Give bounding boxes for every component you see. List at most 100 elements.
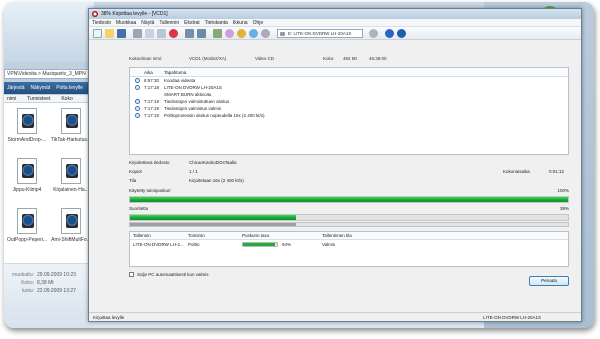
file-item[interactable]: OutPopp-Peperi... — [6, 208, 48, 258]
app-disc-icon — [92, 11, 98, 17]
new-icon[interactable] — [93, 29, 102, 38]
log-row: SMART BURN aktivoitu — [164, 92, 212, 97]
explorer-column-header: nimi Tunnisteet Koko — [4, 95, 94, 103]
total-progress-bar — [129, 214, 569, 221]
secondary-progress-bar — [129, 222, 569, 227]
menu-bar: Tiedosto Muokkaa Näytä Tallennin Ekstrat Tiet… — [89, 19, 581, 27]
secondary-progress-fill — [130, 223, 297, 226]
size-label: Koko: — [323, 56, 335, 61]
disc-icon[interactable] — [225, 29, 234, 38]
detail-row: luotu: 22.09.2009 13:27 — [21, 288, 76, 294]
status-text: Kirjoittaa levylle — [93, 315, 125, 320]
info-icon — [135, 113, 140, 118]
buffer-progress-label: Käytetty tulospuskuri 100% — [129, 188, 569, 193]
properties-icon[interactable] — [185, 29, 194, 38]
info-icon — [135, 78, 140, 83]
buffer-progress-bar — [129, 196, 569, 203]
compilation-icon[interactable] — [197, 29, 206, 38]
total-progress-label: Suoritettu 38% — [129, 206, 569, 211]
recorder-table-header: Tallennin Toiminto Puskurin taso Tallent… — [130, 232, 568, 240]
menu-database[interactable]: Tietokanta — [205, 20, 228, 26]
info-icon[interactable] — [385, 29, 394, 38]
compilation-info: Kokoelman nimi: VCD1 (Mode2/XA) Video CD… — [129, 55, 569, 63]
eject-icon[interactable] — [261, 29, 270, 38]
drive-select[interactable]: E: LITE-ON DVDRW LH-20A1S — [277, 29, 363, 38]
menu-help[interactable]: Ohje — [253, 20, 264, 26]
open-folder-icon[interactable] — [105, 29, 114, 38]
compilation-name-value: VCD1 (Mode2/XA) — [189, 56, 227, 61]
column-size[interactable]: Koko — [61, 96, 72, 102]
burn-window: 38% Kirjoittaa levylle - [VCD1] Tiedosto… — [88, 8, 582, 322]
video-file-icon — [61, 108, 81, 134]
log-col-event[interactable]: Tapahtuma — [164, 68, 186, 77]
file-item[interactable]: StormAndDrop-... — [6, 108, 48, 158]
file-item[interactable]: Jippu-Kiimp4 — [6, 158, 48, 208]
cancel-button[interactable]: Peruuta — [529, 276, 569, 286]
recorder-row[interactable]: LITE-ON DVDRW LH-2... Poltto 94% Valmis — [130, 240, 568, 249]
video-file-icon — [17, 208, 37, 234]
log-row: 6:57:30 Koodaa videota — [130, 77, 568, 84]
menu-edit[interactable]: Muokkaa — [116, 20, 136, 26]
explorer-address-bar[interactable]: VPN\Videoita > Musiqueitv_3_MPN — [4, 69, 94, 79]
duration-value: 46:38:00 — [369, 56, 387, 61]
stat-file: Kirjoitettava tiedosto ChicanKankoDOsTaa… — [129, 160, 237, 165]
video-file-icon — [61, 158, 81, 184]
menu-window[interactable]: Ikkuna — [233, 20, 248, 26]
paste-icon[interactable] — [157, 29, 166, 38]
stat-state: Tila Kirjoitetaan 16x (2 400 kt/s) — [129, 178, 244, 183]
delete-icon[interactable] — [169, 29, 178, 38]
compilation-type: Video CD — [255, 56, 275, 61]
total-progress-fill — [130, 215, 297, 220]
size-value: 462 Mt — [343, 56, 357, 61]
screenshot-frame: VPN\Videoita > Musiqueitv_3_MPN Järjestä… — [4, 2, 594, 328]
log-row: 7:17:18 LITE-ON DVDRW LH-20A1S — [130, 84, 568, 91]
info-icon — [135, 106, 140, 111]
drive-options-icon[interactable] — [369, 29, 378, 38]
disc-info-icon[interactable] — [237, 29, 246, 38]
file-item[interactable]: Ami-ShiftMultFo... — [50, 208, 92, 258]
cut-icon[interactable] — [133, 29, 142, 38]
file-item[interactable]: Kirjalainen-Ha... — [50, 158, 92, 208]
copy-icon[interactable] — [145, 29, 154, 38]
log-header: Aika Tapahtuma — [130, 68, 568, 77]
log-row: 7:17:19 Tiedostojen valmistus valmis — [130, 105, 568, 112]
video-file-icon — [61, 208, 81, 234]
window-title: 38% Kirjoittaa levylle - [VCD1] — [101, 11, 168, 17]
recorder-buffer-bar — [242, 242, 278, 247]
stat-copies: Kopiot 1 / 1 Kokonaisaika 0:01:12 — [129, 169, 565, 174]
menu-file[interactable]: Tiedosto — [92, 20, 111, 26]
command-organize[interactable]: Järjestä — [7, 85, 25, 91]
video-file-icon — [17, 158, 37, 184]
recorder-table: Tallennin Toiminto Puskurin taso Tallent… — [129, 231, 569, 267]
log-col-time[interactable]: Aika — [144, 68, 153, 77]
command-burn[interactable]: Polta levylle — [56, 85, 83, 91]
buffer-progress-fill — [130, 197, 568, 202]
erase-disc-icon[interactable] — [249, 29, 258, 38]
explorer-titlebar-area — [4, 2, 94, 62]
status-bar: Kirjoittaa levylle LITE-ON DVDRW LH-20A1… — [89, 312, 581, 321]
menu-extras[interactable]: Ekstrat — [184, 20, 200, 26]
toolbar: E: LITE-ON DVDRW LH-20A1S — [89, 27, 581, 40]
file-item[interactable]: TikTak-Harkutus... — [50, 108, 92, 158]
window-titlebar: 38% Kirjoittaa levylle - [VCD1] — [89, 9, 581, 19]
log-row: 7:17:19 Polttoprosessin aloitus nopeudell… — [130, 112, 568, 119]
video-file-icon — [17, 108, 37, 134]
detail-row: Koko: 8,38 Mt — [21, 280, 54, 286]
auto-shutdown-option[interactable]: Sulje PC automaattisesti kun valmis — [129, 271, 209, 279]
explorer-details-pane: muokattu: 29.09.2009 10:23 Koko: 8,38 Mt l… — [4, 264, 94, 328]
menu-view[interactable]: Näytä — [141, 20, 154, 26]
info-icon — [135, 99, 140, 104]
burn-icon[interactable] — [213, 29, 222, 38]
recorder-buffer-fill — [243, 243, 275, 246]
explorer-file-area: StormAndDrop-... TikTak-Harkutus... Jipp… — [4, 103, 94, 263]
compilation-name-label: Kokoelman nimi: — [129, 56, 163, 61]
menu-recorder[interactable]: Tallennin — [159, 20, 179, 26]
save-icon[interactable] — [117, 29, 126, 38]
command-views[interactable]: Näkymät — [31, 85, 51, 91]
event-log: Aika Tapahtuma 6:57:30 Koodaa videota 7:1… — [129, 67, 569, 155]
column-tags[interactable]: Tunnisteet — [27, 96, 50, 102]
help-icon[interactable] — [397, 29, 406, 38]
auto-shutdown-checkbox[interactable] — [129, 272, 134, 278]
column-name[interactable]: nimi — [7, 96, 16, 102]
info-icon — [135, 85, 140, 90]
